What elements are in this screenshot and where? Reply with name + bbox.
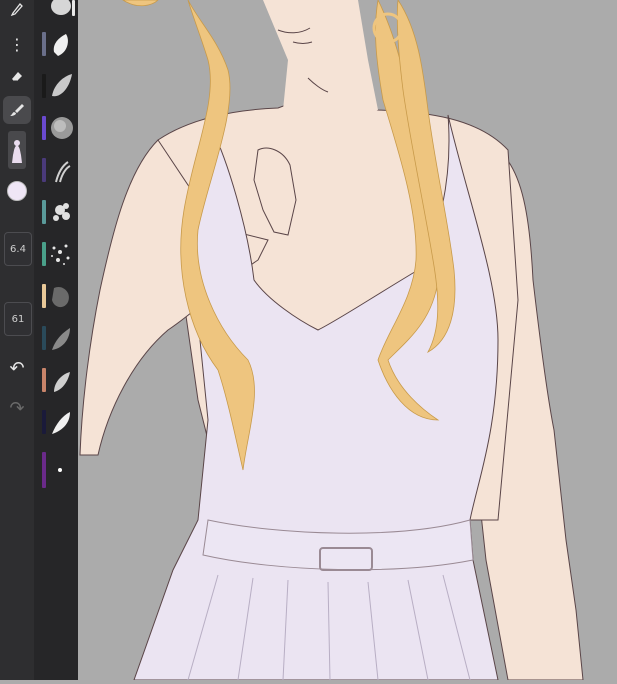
brush-library — [34, 0, 78, 680]
brush-icon[interactable] — [3, 96, 31, 124]
artwork-illustration — [79, 0, 584, 681]
brush-item[interactable] — [34, 280, 78, 316]
brush-item[interactable] — [34, 196, 78, 232]
brush-item[interactable] — [34, 112, 78, 148]
current-color-swatch[interactable] — [7, 181, 27, 201]
eraser-icon[interactable] — [3, 62, 31, 90]
opacity-value[interactable]: 61 — [4, 302, 32, 336]
brush-size-value[interactable]: 6.4 — [4, 232, 32, 266]
drawing-canvas[interactable] — [78, 0, 617, 681]
undo-icon[interactable]: ↶ — [3, 354, 31, 382]
brush-item[interactable] — [34, 364, 78, 400]
layer-thumbnail[interactable] — [8, 131, 26, 169]
brush-item[interactable] — [34, 448, 78, 488]
brush-item[interactable] — [34, 28, 78, 64]
brush-item[interactable] — [34, 154, 78, 190]
brush-item[interactable] — [34, 238, 78, 274]
pen-hover-icon[interactable] — [3, 0, 31, 18]
left-toolbar: ⋮ 6.4 61 ↶ ↷ — [0, 0, 34, 680]
more-menu-icon[interactable]: ⋮ — [3, 30, 31, 58]
brush-item[interactable] — [34, 322, 78, 358]
brush-item[interactable] — [34, 406, 78, 442]
brush-item[interactable] — [34, 70, 78, 106]
neck — [263, 0, 378, 110]
redo-icon[interactable]: ↷ — [3, 394, 31, 422]
